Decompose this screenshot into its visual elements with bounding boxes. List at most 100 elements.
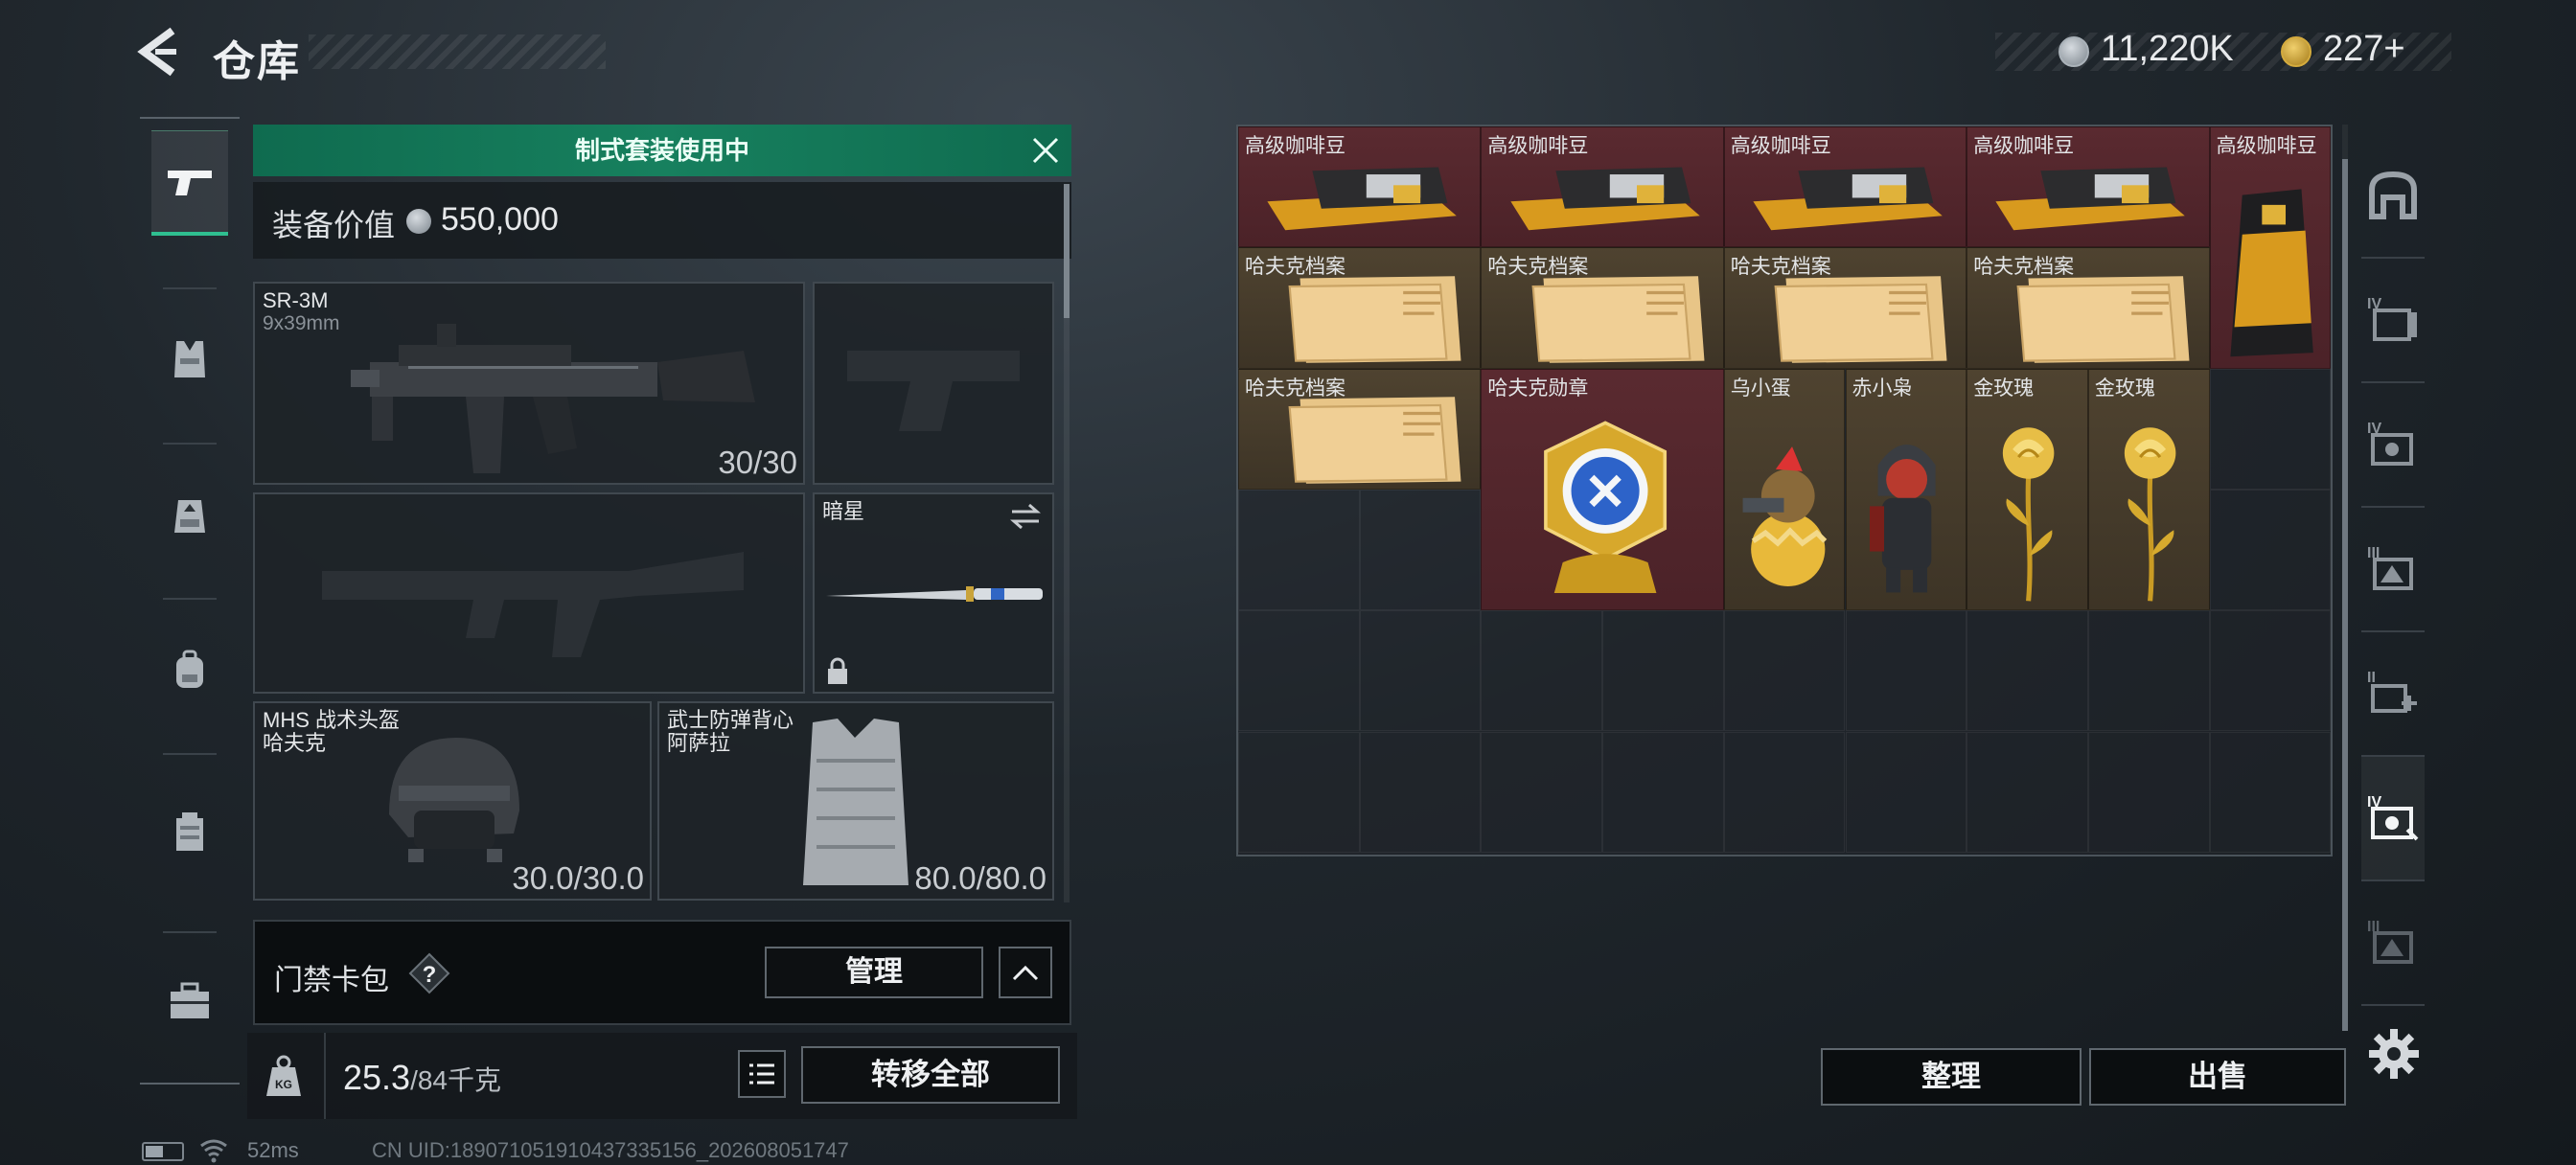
silver-currency-value[interactable]: 11,220K: [2101, 29, 2234, 70]
storage-cell[interactable]: [2209, 610, 2332, 732]
storage-item-label: 乌小蛋: [1730, 377, 1791, 400]
vest-icon: [174, 341, 205, 377]
storage-cell[interactable]: [1359, 731, 1482, 853]
rail-tab-container[interactable]: [151, 780, 228, 885]
coffee-beans-icon: [1502, 151, 1709, 244]
storage-cell[interactable]: [2209, 731, 2332, 853]
medal-icon: [1502, 418, 1709, 605]
storage-cell[interactable]: [1359, 610, 1482, 732]
storage-cell[interactable]: [1238, 731, 1360, 853]
storage-cell[interactable]: [1723, 731, 1846, 853]
storage-item[interactable]: 高级咖啡豆: [1481, 126, 1724, 248]
storage-item[interactable]: 高级咖啡豆: [1966, 126, 2210, 248]
storage-item[interactable]: 哈夫克档案: [1238, 368, 1482, 490]
melee-slot[interactable]: 暗星: [813, 492, 1054, 694]
help-icon[interactable]: ?: [408, 952, 450, 994]
melee-name: 暗星: [822, 499, 865, 523]
rail-tab-weapons[interactable]: [151, 130, 228, 236]
user-uid: CN UID:189071051910437335156_20260805174…: [372, 1138, 849, 1162]
storage-cell[interactable]: [1723, 610, 1846, 732]
back-arrow-icon[interactable]: [134, 25, 188, 79]
weight-row: KG 25.3/84千克 转移全部: [247, 1033, 1077, 1119]
rail-tab-case[interactable]: [151, 948, 228, 1054]
vault-icon: [2369, 171, 2417, 219]
storage-item-label: 金玫瑰: [2094, 377, 2155, 400]
pistol-icon: [168, 170, 212, 195]
storage-cell[interactable]: [1845, 731, 1967, 853]
storage-tab-5-active[interactable]: IV: [2361, 757, 2425, 881]
storage-cell[interactable]: [1359, 489, 1482, 611]
close-icon[interactable]: [1029, 134, 1062, 167]
storage-cell[interactable]: [1966, 731, 2088, 853]
storage-tab-home[interactable]: [2361, 134, 2425, 259]
storage-cell[interactable]: [1238, 489, 1360, 611]
storage-tab-4[interactable]: II: [2361, 632, 2425, 757]
storage-item[interactable]: 哈夫克勋章: [1481, 368, 1724, 611]
equipment-value: 550,000: [441, 201, 559, 238]
rail-tab-backpack[interactable]: [151, 617, 228, 722]
primary-weapon-slot[interactable]: SR-3M 9x39mm 30/30: [253, 282, 805, 485]
rail-tab-armor[interactable]: [151, 307, 228, 412]
hooded-figure-icon: [1855, 418, 1958, 605]
storage-cell[interactable]: [1481, 731, 1603, 853]
storage-tab-3[interactable]: III: [2361, 508, 2425, 632]
storage-item[interactable]: 哈夫克档案: [1481, 247, 1724, 369]
manage-button[interactable]: 管理: [765, 947, 983, 998]
storage-cell[interactable]: [2087, 610, 2210, 732]
dossier-icon: [1258, 272, 1465, 365]
body-armor-slot[interactable]: 武士防弹背心 阿萨拉 80.0/80.0: [657, 701, 1054, 901]
pistol-slot-empty[interactable]: [813, 282, 1054, 485]
sell-button[interactable]: 出售: [2089, 1048, 2346, 1106]
dossier-icon: [1744, 272, 1951, 365]
storage-item[interactable]: 赤小枭: [1845, 368, 1967, 611]
swap-icon[interactable]: [1008, 502, 1043, 531]
storage-cell[interactable]: [1602, 731, 1724, 853]
rail-tab-rig[interactable]: [151, 464, 228, 569]
storage-grid[interactable]: 高级咖啡豆 高级咖啡豆 高级咖啡豆 高级咖啡豆 高级咖啡豆 哈夫克档案 哈夫克档案 哈夫克档案…: [1236, 125, 2333, 857]
storage-cell[interactable]: [1966, 610, 2088, 732]
storage-cell[interactable]: [2209, 368, 2332, 490]
storage-cell[interactable]: [1602, 610, 1724, 732]
storage-item[interactable]: 哈夫克档案: [1723, 247, 1967, 369]
storage-item[interactable]: 高级咖啡豆: [2209, 126, 2332, 369]
gold-currency-value[interactable]: 227+: [2323, 29, 2405, 70]
transfer-all-button[interactable]: 转移全部: [801, 1046, 1060, 1104]
storage-page-icon: III: [2367, 545, 2413, 590]
storage-item-label: 赤小枭: [1852, 377, 1913, 400]
storage-cell[interactable]: [1845, 610, 1967, 732]
storage-item[interactable]: 哈夫克档案: [1238, 247, 1482, 369]
storage-item-label: 哈夫克档案: [1487, 256, 1589, 279]
helmet-name: MHS 战术头盔: [263, 708, 401, 732]
storage-item[interactable]: 乌小蛋: [1723, 368, 1846, 611]
storage-tab-1[interactable]: IV: [2361, 259, 2425, 383]
storage-item[interactable]: 高级咖啡豆: [1238, 126, 1482, 248]
body-armor-icon: [803, 719, 908, 885]
egg-figure-icon: [1735, 418, 1837, 605]
storage-scroll-thumb[interactable]: [2342, 159, 2348, 1031]
secondary-weapon-slot-empty[interactable]: [253, 492, 805, 694]
storage-cell[interactable]: [2209, 489, 2332, 611]
carry-weight: 25.3/84千克: [343, 1058, 501, 1098]
storage-item[interactable]: 哈夫克档案: [1966, 247, 2210, 369]
storage-item[interactable]: 高级咖啡豆: [1723, 126, 1967, 248]
storage-item[interactable]: 金玫瑰: [1966, 368, 2088, 611]
storage-cell[interactable]: [1238, 610, 1360, 732]
storage-cell[interactable]: [1481, 610, 1603, 732]
storage-item-label: 哈夫克档案: [1973, 256, 2075, 279]
helmet-brand: 哈夫克: [263, 731, 327, 755]
battery-level: [146, 1146, 163, 1157]
storage-page-tabs: IV IV III II IV III: [2354, 125, 2432, 1016]
sort-button[interactable]: 整理: [1821, 1048, 2082, 1106]
helmet-slot[interactable]: MHS 战术头盔 哈夫克 30.0/30.0: [253, 701, 652, 901]
storage-tab-6[interactable]: III: [2361, 881, 2425, 1006]
loadout-scroll-thumb[interactable]: [1064, 184, 1070, 318]
storage-item-label: 哈夫克档案: [1730, 256, 1831, 279]
storage-tab-2[interactable]: IV: [2361, 383, 2425, 508]
collapse-button[interactable]: [999, 947, 1052, 998]
armor-name: 武士防弹背心: [667, 708, 794, 732]
storage-item[interactable]: 金玫瑰: [2087, 368, 2210, 611]
settings-gear-icon[interactable]: [2367, 1027, 2421, 1081]
storage-cell[interactable]: [2087, 731, 2210, 853]
list-view-button[interactable]: [738, 1050, 786, 1098]
briefcase-icon: [171, 982, 209, 1018]
